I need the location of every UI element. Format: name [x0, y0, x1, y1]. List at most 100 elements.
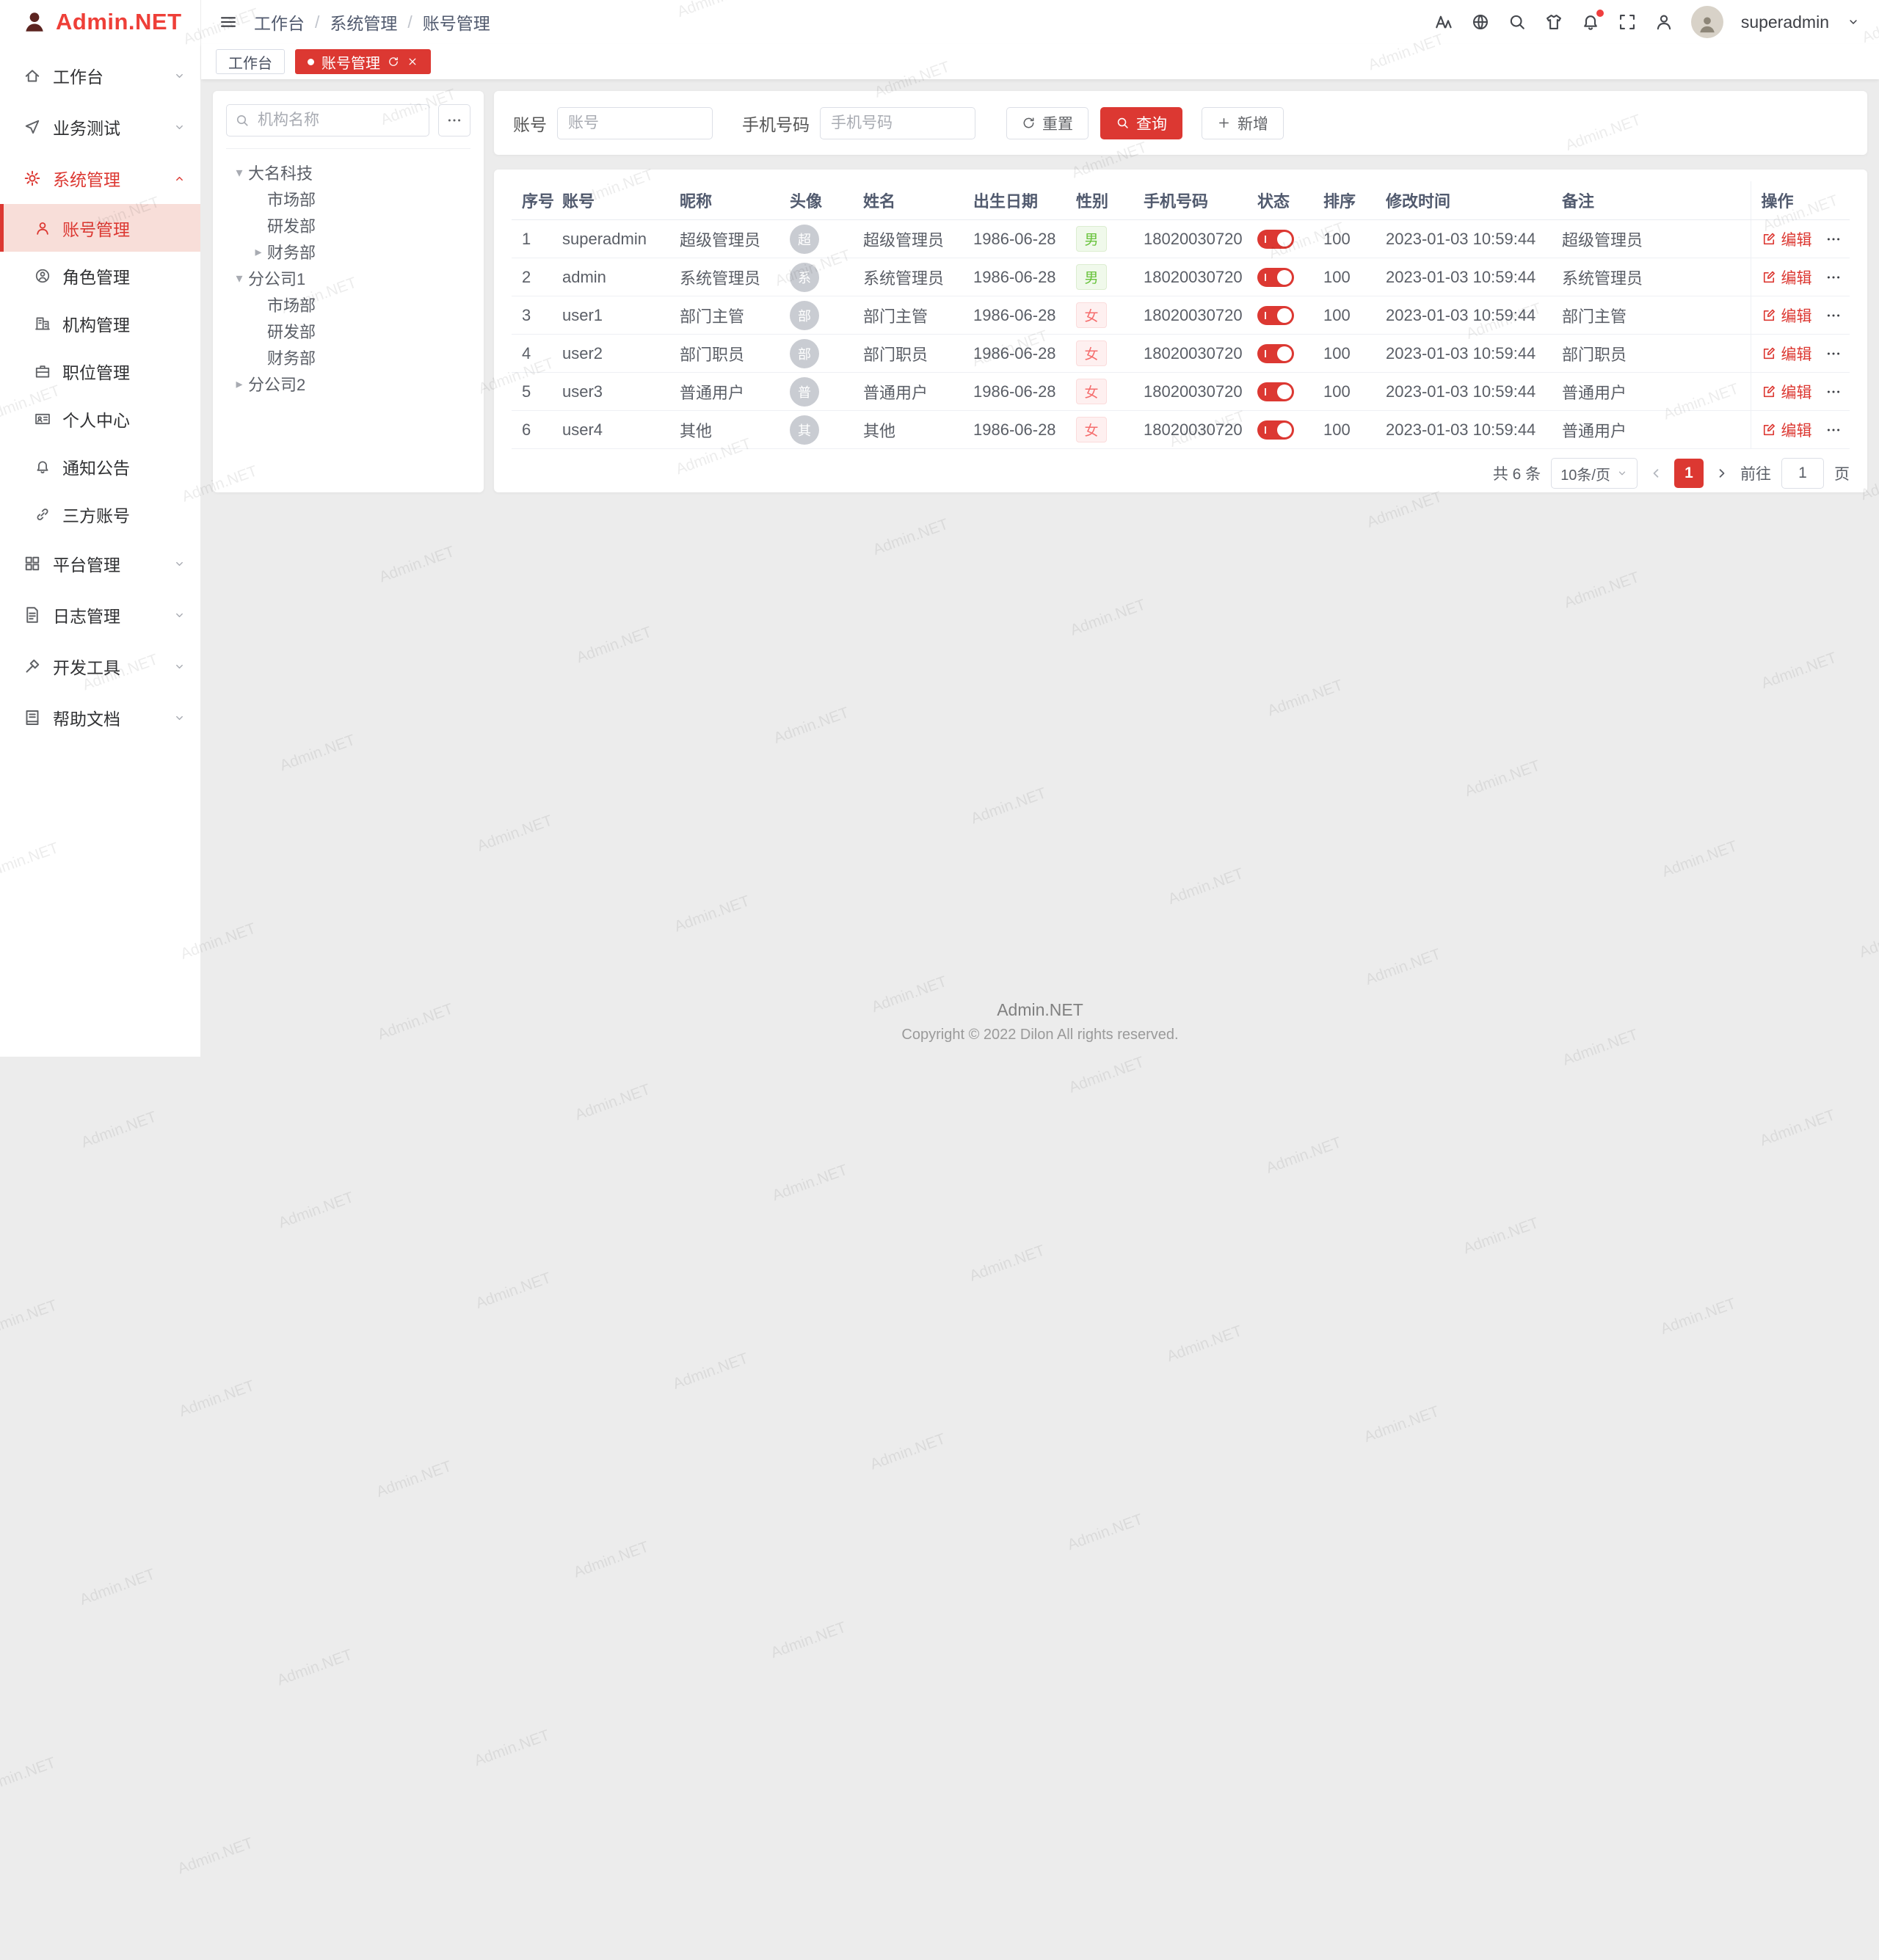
breadcrumb-item[interactable]: 系统管理 — [330, 10, 397, 34]
page-size-select[interactable]: 10条/页 — [1551, 458, 1638, 489]
status-toggle[interactable] — [1257, 382, 1294, 401]
fullscreen-icon[interactable] — [1618, 12, 1637, 32]
tree-node[interactable]: ▸分公司2 — [226, 371, 470, 397]
refresh-icon — [1022, 116, 1036, 130]
tab[interactable]: 账号管理 — [295, 49, 431, 74]
sidebar-subitem[interactable]: 角色管理 — [0, 252, 200, 299]
theme-icon[interactable] — [1544, 12, 1563, 32]
goto-page-input[interactable] — [1781, 458, 1824, 489]
sidebar-subitem[interactable]: 职位管理 — [0, 347, 200, 395]
tab-refresh-icon[interactable] — [388, 56, 399, 68]
account-input[interactable] — [557, 107, 713, 139]
cell-name: 普通用户 — [853, 373, 963, 411]
add-button[interactable]: 新增 — [1202, 107, 1284, 139]
tree-caret-icon[interactable]: ▸ — [250, 244, 267, 260]
sidebar-subitem[interactable]: 机构管理 — [0, 299, 200, 347]
sidebar-item[interactable]: 业务测试 — [0, 101, 200, 153]
user-menu-caret-icon[interactable] — [1847, 15, 1860, 29]
tree-caret-icon[interactable]: ▾ — [230, 165, 248, 181]
cell-birthdate: 1986-06-28 — [963, 258, 1066, 296]
breadcrumb-item[interactable]: 工作台 — [254, 10, 305, 34]
edit-button[interactable]: 编辑 — [1762, 266, 1812, 288]
prev-page-button[interactable] — [1648, 465, 1664, 481]
user-avatar[interactable] — [1691, 6, 1723, 38]
tree-caret-icon[interactable]: ▾ — [230, 271, 248, 286]
row-more-icon[interactable] — [1825, 422, 1842, 438]
tree-caret-icon[interactable]: ▸ — [230, 376, 248, 392]
tab[interactable]: 工作台 — [216, 49, 285, 74]
cell-nickname: 系统管理员 — [669, 258, 779, 296]
row-more-icon[interactable] — [1825, 269, 1842, 285]
tab-close-icon[interactable] — [407, 56, 418, 68]
cell-modified: 2023-01-03 10:59:44 — [1375, 335, 1552, 373]
sidebar-item[interactable]: 平台管理 — [0, 538, 200, 589]
edit-button[interactable]: 编辑 — [1762, 381, 1812, 403]
current-page[interactable]: 1 — [1674, 459, 1704, 488]
search-icon[interactable] — [1508, 12, 1527, 32]
next-page-button[interactable] — [1714, 465, 1730, 481]
reset-button[interactable]: 重置 — [1006, 107, 1088, 139]
row-more-icon[interactable] — [1825, 346, 1842, 362]
edit-button[interactable]: 编辑 — [1762, 419, 1812, 441]
cell-modified: 2023-01-03 10:59:44 — [1375, 411, 1552, 449]
header: 工作台/系统管理/账号管理 superadmin — [201, 0, 1879, 44]
user-settings-icon[interactable] — [1654, 12, 1673, 32]
edit-label: 编辑 — [1781, 266, 1812, 288]
username[interactable]: superadmin — [1741, 12, 1829, 32]
sidebar-item[interactable]: 工作台 — [0, 50, 200, 101]
cell-nickname: 普通用户 — [669, 373, 779, 411]
sidebar-subitem[interactable]: 账号管理 — [0, 204, 200, 252]
tree-node-label: 分公司2 — [248, 372, 305, 396]
logo[interactable]: Admin.NET — [0, 0, 200, 44]
sidebar-item[interactable]: 日志管理 — [0, 589, 200, 641]
status-toggle[interactable] — [1257, 306, 1294, 325]
tree-node[interactable]: 市场部 — [226, 186, 470, 212]
sidebar-item[interactable]: 系统管理 — [0, 153, 200, 204]
sidebar-subitem-label: 个人中心 — [62, 407, 130, 431]
edit-label: 编辑 — [1781, 343, 1812, 365]
status-toggle[interactable] — [1257, 344, 1294, 363]
hamburger-icon[interactable] — [219, 12, 238, 32]
cell-status — [1247, 373, 1313, 411]
edit-button[interactable]: 编辑 — [1762, 305, 1812, 327]
org-search-input[interactable] — [226, 104, 429, 136]
footer-copyright: Copyright © 2022 Dilon All rights reserv… — [213, 1027, 1867, 1043]
row-more-icon[interactable] — [1825, 384, 1842, 400]
search-icon — [235, 113, 250, 128]
tree-node[interactable]: 研发部 — [226, 318, 470, 344]
sidebar-item[interactable]: 开发工具 — [0, 641, 200, 692]
watermark-text: Admin.NET — [79, 1108, 159, 1151]
tree-node[interactable]: 研发部 — [226, 212, 470, 238]
language-icon[interactable] — [1471, 12, 1490, 32]
status-toggle[interactable] — [1257, 420, 1294, 440]
org-icon — [34, 316, 51, 332]
row-more-icon[interactable] — [1825, 307, 1842, 324]
cell-name: 其他 — [853, 411, 963, 449]
tree-node[interactable]: 市场部 — [226, 291, 470, 318]
cell-gender: 女 — [1066, 373, 1133, 411]
sidebar-subitem[interactable]: 个人中心 — [0, 395, 200, 442]
status-toggle[interactable] — [1257, 268, 1294, 287]
sidebar-subitem[interactable]: 通知公告 — [0, 442, 200, 490]
cell-account: superadmin — [552, 220, 669, 258]
phone-input[interactable] — [820, 107, 975, 139]
row-avatar: 部 — [790, 301, 819, 330]
notification-bell-icon[interactable] — [1581, 12, 1600, 32]
tab-label: 工作台 — [228, 51, 272, 73]
tree-node[interactable]: ▸财务部 — [226, 238, 470, 265]
tree-node[interactable]: ▾大名科技 — [226, 159, 470, 186]
breadcrumb-item[interactable]: 账号管理 — [423, 10, 490, 34]
tree-node[interactable]: 财务部 — [226, 344, 470, 371]
tree-node[interactable]: ▾分公司1 — [226, 265, 470, 291]
edit-button[interactable]: 编辑 — [1762, 228, 1812, 250]
sidebar-subitem[interactable]: 三方账号 — [0, 490, 200, 538]
breadcrumb-separator: / — [315, 12, 319, 32]
tree-more-button[interactable] — [438, 104, 470, 136]
edit-button[interactable]: 编辑 — [1762, 343, 1812, 365]
cell-name: 系统管理员 — [853, 258, 963, 296]
row-more-icon[interactable] — [1825, 231, 1842, 247]
query-button[interactable]: 查询 — [1100, 107, 1182, 139]
sidebar-item[interactable]: 帮助文档 — [0, 692, 200, 743]
status-toggle[interactable] — [1257, 230, 1294, 249]
font-size-icon[interactable] — [1434, 12, 1453, 32]
